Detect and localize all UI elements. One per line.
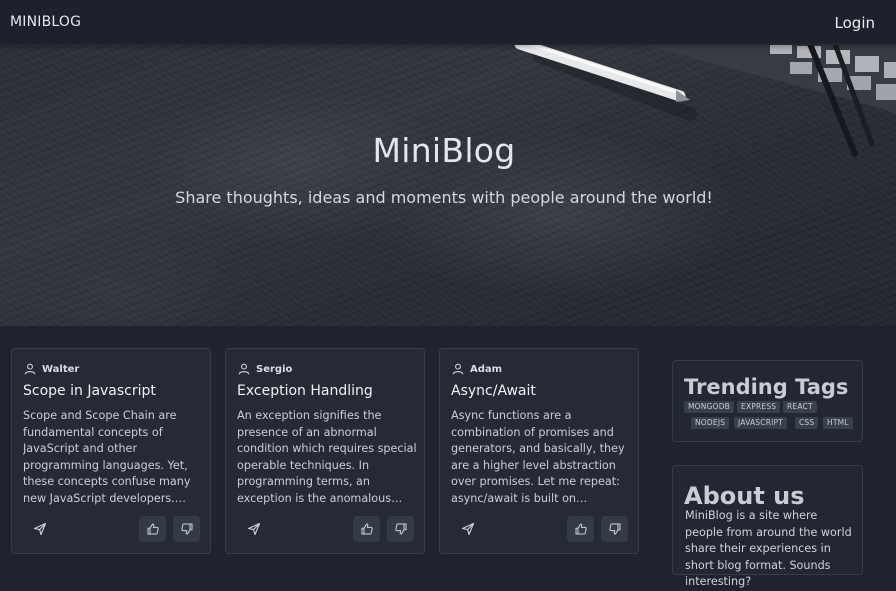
tag-javascript[interactable]: JAVASCRIPT bbox=[734, 417, 788, 429]
post-card[interactable]: Adam Async/Await Async functions are a c… bbox=[439, 348, 639, 554]
thumbs-up-icon bbox=[147, 523, 159, 535]
like-button[interactable] bbox=[139, 516, 166, 542]
post-author-name[interactable]: Adam bbox=[470, 364, 502, 375]
like-button[interactable] bbox=[353, 516, 380, 542]
post-title[interactable]: Exception Handling bbox=[237, 383, 417, 399]
user-icon bbox=[452, 363, 464, 375]
tag-mongodb[interactable]: MONGODB bbox=[684, 401, 735, 413]
tag-express[interactable]: EXPRESS bbox=[737, 401, 781, 413]
post-author: Adam bbox=[452, 361, 502, 377]
send-icon[interactable] bbox=[32, 521, 48, 537]
thumbs-down-icon bbox=[180, 523, 192, 535]
like-button[interactable] bbox=[567, 516, 594, 542]
send-icon[interactable] bbox=[460, 521, 476, 537]
dislike-button[interactable] bbox=[601, 516, 628, 542]
thumbs-up-icon bbox=[575, 523, 587, 535]
hero-subtitle: Share thoughts, ideas and moments with p… bbox=[175, 188, 713, 207]
post-author: Walter bbox=[24, 361, 79, 377]
thumbs-up-icon bbox=[361, 523, 373, 535]
post-excerpt: Async functions are a combination of pro… bbox=[451, 409, 625, 505]
thumbs-down-icon bbox=[608, 523, 620, 535]
post-card[interactable]: Sergio Exception Handling An exception s… bbox=[225, 348, 425, 554]
post-excerpt: Scope and Scope Chain are fundamental co… bbox=[23, 409, 191, 505]
tag-react[interactable]: REACT bbox=[783, 401, 817, 413]
dislike-button[interactable] bbox=[173, 516, 200, 542]
about-panel: About us MiniBlog is a site where people… bbox=[672, 465, 863, 588]
post-author-name[interactable]: Sergio bbox=[256, 364, 292, 375]
tag-html[interactable]: HTML bbox=[823, 417, 853, 429]
hero-background-image bbox=[514, 44, 896, 157]
user-icon bbox=[238, 363, 250, 375]
thumbs-down-icon bbox=[394, 523, 406, 535]
post-title[interactable]: Scope in Javascript bbox=[23, 383, 203, 399]
post-excerpt: An exception signifies the presence of a… bbox=[237, 409, 417, 505]
hero-title: MiniBlog bbox=[372, 131, 516, 170]
tag-nodejs[interactable]: NODEJS bbox=[691, 417, 730, 429]
brand-logo[interactable]: MINIBLOG bbox=[10, 14, 81, 30]
dislike-button[interactable] bbox=[387, 516, 414, 542]
post-title[interactable]: Async/Await bbox=[451, 383, 631, 399]
post-author: Sergio bbox=[238, 361, 292, 377]
about-text: MiniBlog is a site where people from aro… bbox=[685, 509, 852, 589]
tag-css[interactable]: CSS bbox=[795, 417, 819, 429]
hero-banner: MiniBlog Share thoughts, ideas and momen… bbox=[0, 44, 896, 326]
post-card[interactable]: Walter Scope in Javascript Scope and Sco… bbox=[11, 348, 211, 554]
navbar: MINIBLOG Login bbox=[0, 0, 896, 45]
user-icon bbox=[24, 363, 36, 375]
send-icon[interactable] bbox=[246, 521, 262, 537]
post-author-name[interactable]: Walter bbox=[42, 364, 79, 375]
login-link[interactable]: Login bbox=[835, 14, 875, 32]
trending-tags-panel: Trending Tags MONGODB EXPRESS REACT NODE… bbox=[672, 360, 863, 442]
about-title: About us bbox=[684, 482, 805, 510]
trending-tags-title: Trending Tags bbox=[684, 375, 849, 399]
